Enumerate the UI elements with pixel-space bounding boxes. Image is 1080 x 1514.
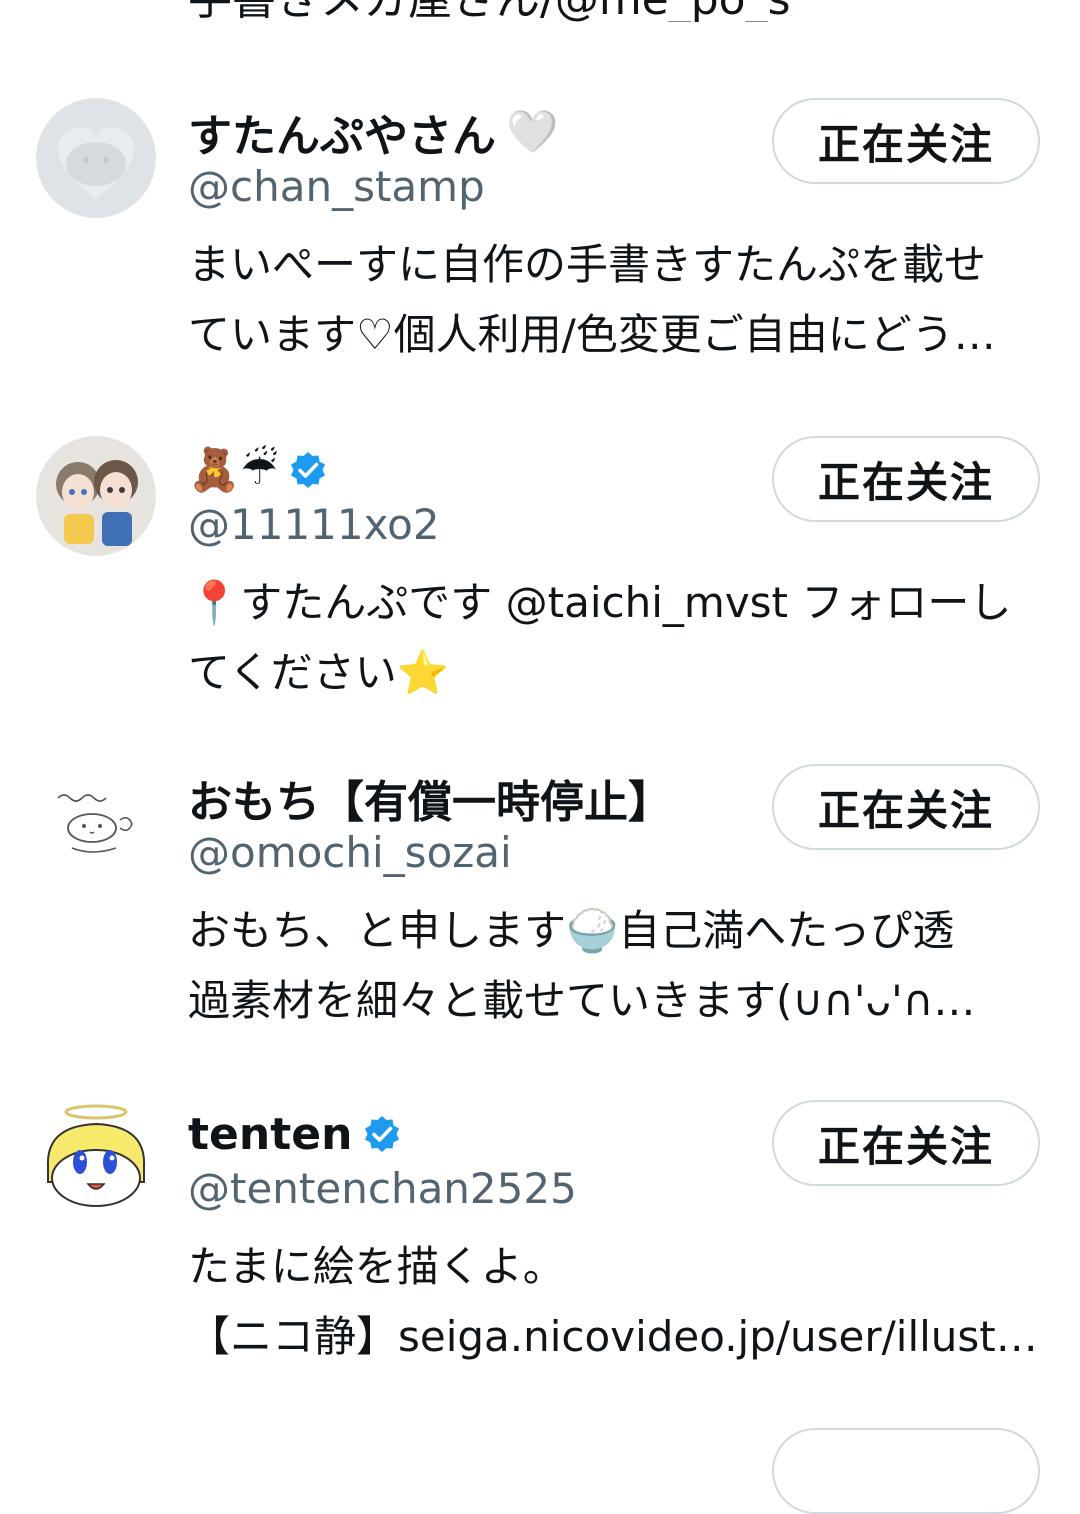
bio-line: まいぺーすに自作の手書きすたんぷを載せ bbox=[188, 240, 987, 289]
following-button[interactable]: 正在关注 bbox=[772, 98, 1040, 184]
name-line: すたんぷやさん 🤍 bbox=[188, 100, 558, 164]
avatar[interactable] bbox=[36, 98, 156, 218]
user-bio: 📍すたんぷです @taichi_mvst フォローし てください⭐ bbox=[188, 568, 1048, 708]
display-name[interactable]: すたんぷやさん bbox=[188, 100, 496, 164]
user-handle[interactable]: @omochi_sozai bbox=[188, 828, 512, 877]
bio-line: 📍すたんぷです @taichi_mvst フォローし bbox=[188, 578, 1012, 627]
user-bio: たまに絵を描くよ。 【ニコ静】seiga.nicovideo.jp/user/i… bbox=[188, 1232, 1048, 1372]
following-button[interactable]: 正在关注 bbox=[772, 764, 1040, 850]
avatar[interactable] bbox=[36, 1100, 156, 1220]
bio-line: ています♡個人利用/色変更ご自由にどう… bbox=[188, 310, 996, 359]
verified-badge-icon bbox=[290, 452, 325, 488]
following-button[interactable]: 正在关注 bbox=[772, 1100, 1040, 1186]
avatar[interactable] bbox=[36, 436, 156, 556]
bio-line: 【ニコ静】seiga.nicovideo.jp/user/illust… bbox=[188, 1312, 1038, 1361]
display-name[interactable]: tenten bbox=[188, 1109, 352, 1160]
user-bio: まいぺーすに自作の手書きすたんぷを載せ ています♡個人利用/色変更ご自由にどう… bbox=[188, 230, 1048, 370]
bio-line: たまに絵を描くよ。 bbox=[188, 1242, 565, 1291]
name-line: おもち【有償一時停止】 bbox=[188, 766, 672, 830]
user-cell-chan-stamp[interactable]: すたんぷやさん 🤍 @chan_stamp まいぺーすに自作の手書きすたんぷを載… bbox=[0, 98, 1080, 388]
avatar[interactable] bbox=[36, 764, 156, 884]
user-handle[interactable]: @chan_stamp bbox=[188, 162, 485, 211]
bio-line: てください⭐ bbox=[188, 648, 450, 697]
user-bio: おもち、と申します🍚自己満へたっぴ透 過素材を細々と載せていきます(∪∩'ᴗ'∩… bbox=[188, 896, 1048, 1036]
user-cell-tentenchan2525[interactable]: tenten @tentenchan2525 たまに絵を描くよ。 【ニコ静】se… bbox=[0, 1100, 1080, 1420]
user-handle[interactable]: @11111xo2 bbox=[188, 500, 440, 549]
verified-badge-icon bbox=[365, 1116, 400, 1152]
name-line: 🧸☔ bbox=[188, 438, 328, 502]
display-name[interactable]: 🧸☔ bbox=[188, 449, 278, 491]
user-handle[interactable]: @tentenchan2525 bbox=[188, 1164, 577, 1213]
display-name[interactable]: おもち【有償一時停止】 bbox=[188, 766, 672, 830]
user-cell-11111xo2[interactable]: 🧸☔ @11111xo2 📍すたんぷです @taichi_mvst フォローし … bbox=[0, 436, 1080, 736]
white-heart-icon: 🤍 bbox=[506, 107, 559, 156]
following-button[interactable]: 正在关注 bbox=[772, 436, 1040, 522]
previous-user-bio-fragment: 手書きメガ屋さん/@me_po_s bbox=[188, 0, 1048, 22]
name-line: tenten bbox=[188, 1102, 402, 1166]
bio-line: おもち、と申します🍚自己満へたっぴ透 bbox=[188, 906, 955, 955]
next-following-button-partial[interactable] bbox=[772, 1428, 1040, 1514]
bio-line: 過素材を細々と載せていきます(∪∩'ᴗ'∩… bbox=[188, 976, 976, 1025]
user-cell-omochi-sozai[interactable]: おもち【有償一時停止】 @omochi_sozai おもち、と申します🍚自己満へ… bbox=[0, 764, 1080, 1064]
